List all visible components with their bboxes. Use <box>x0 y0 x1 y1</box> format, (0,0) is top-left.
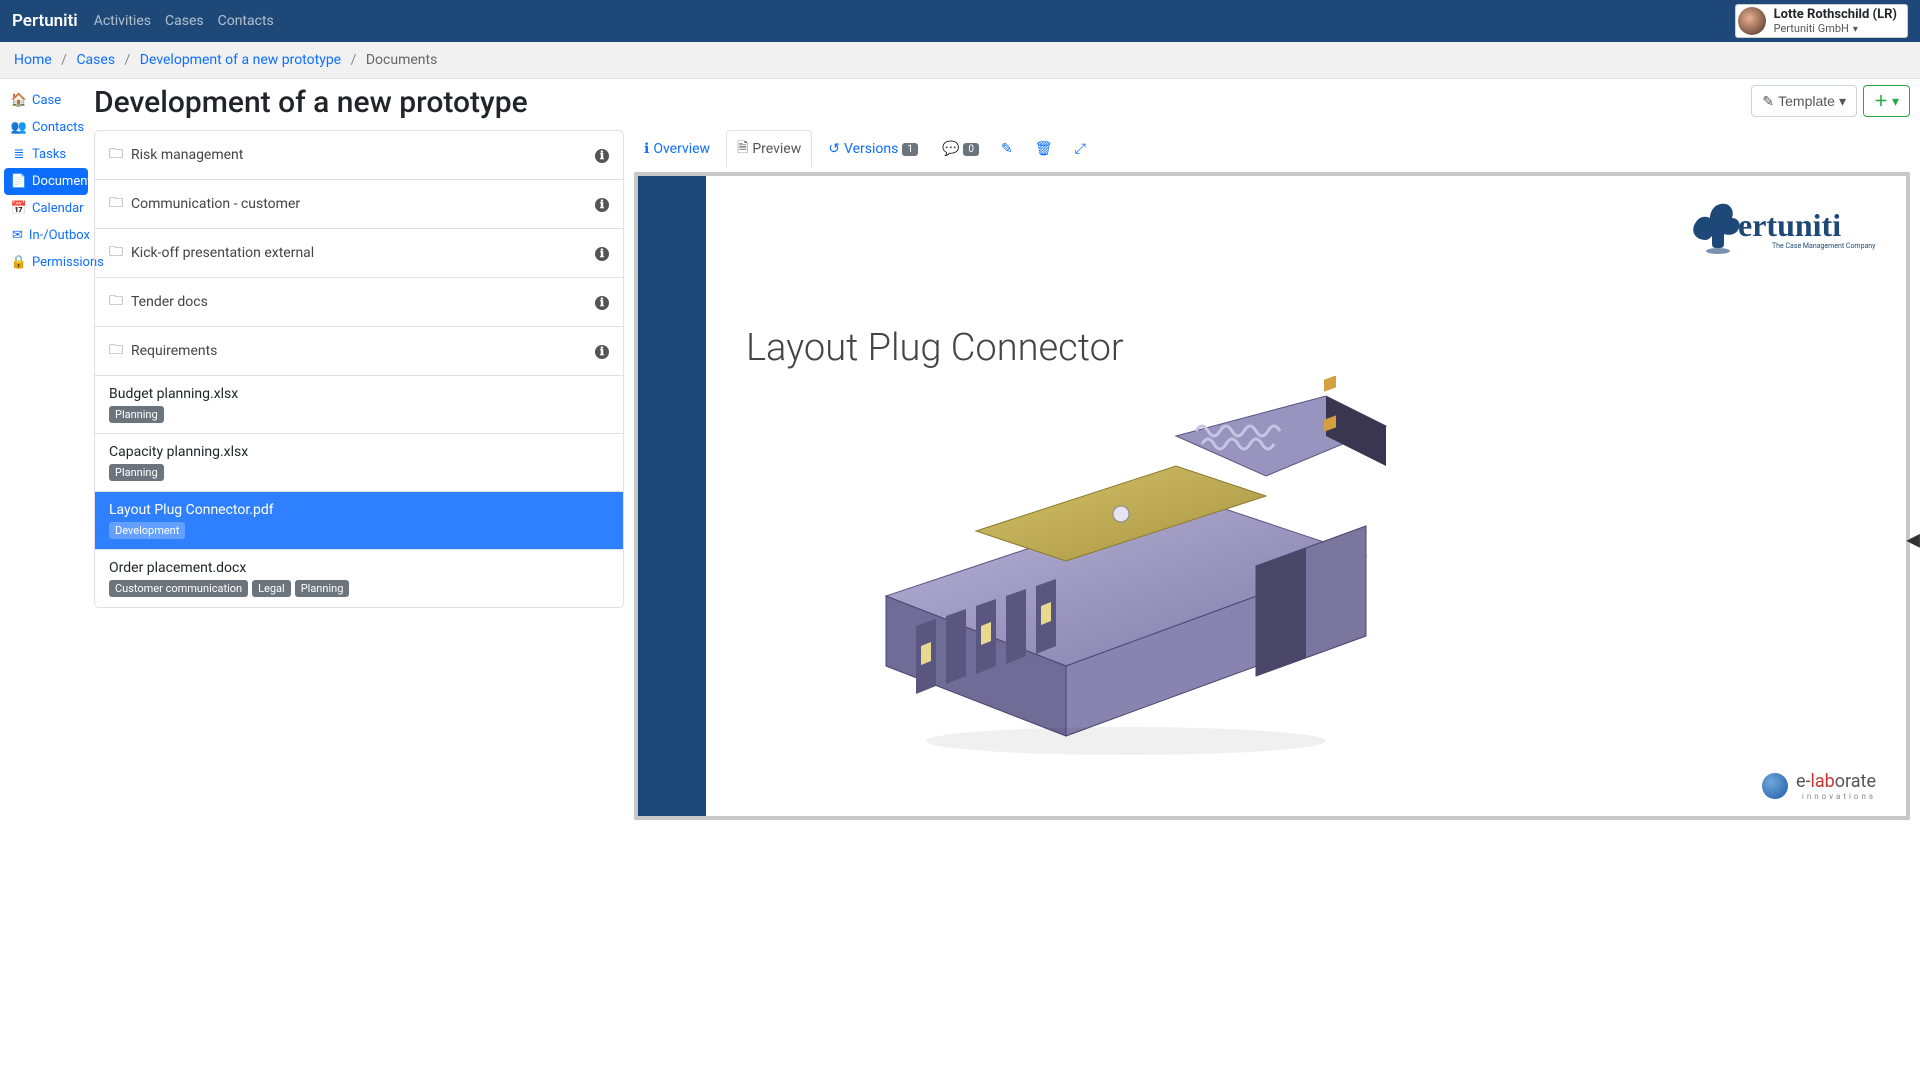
mail-icon: ✉ <box>12 228 23 243</box>
tab-versions[interactable]: ↺Versions1 <box>818 135 928 163</box>
avatar <box>1738 7 1766 35</box>
tab-preview[interactable]: 🗎Preview <box>726 130 812 168</box>
nav-case[interactable]: 🏠Case <box>4 87 88 114</box>
nav-contacts-side[interactable]: 👥Contacts <box>4 114 88 141</box>
tag: Planning <box>109 464 164 481</box>
tab-overview[interactable]: ℹOverview <box>634 135 720 163</box>
comments-badge: 0 <box>963 143 979 156</box>
comment-icon: 💬 <box>942 141 959 157</box>
top-navbar: Pertuniti Activities Cases Contacts Lott… <box>0 0 1920 42</box>
folder-row[interactable]: 🗀 Tender docs <box>95 278 623 327</box>
list-icon: ≣ <box>12 147 26 162</box>
file-icon: 🗎 <box>737 137 748 161</box>
trash-icon: 🗑 <box>1035 141 1053 157</box>
crumb-current: Documents <box>366 52 437 68</box>
folder-icon: 🗀 <box>109 143 123 167</box>
tag: Planning <box>109 406 164 423</box>
folder-name: Tender docs <box>131 294 208 310</box>
file-row[interactable]: Layout Plug Connector.pdf Development <box>95 492 623 550</box>
versions-badge: 1 <box>902 143 918 156</box>
brand[interactable]: Pertuniti <box>12 11 78 31</box>
history-icon: ↺ <box>828 141 840 157</box>
document-list: 🗀 Risk management 🗀 Communication - custome… <box>94 130 624 608</box>
tag: Customer communication <box>109 580 248 597</box>
lock-icon: 🔒 <box>12 255 26 270</box>
home-icon: 🏠 <box>12 93 26 108</box>
doc-title: Layout Plug Connector <box>746 326 1866 370</box>
nav-inoutbox[interactable]: ✉In-/Outbox <box>4 222 88 249</box>
page-title: Development of a new prototype <box>94 85 528 120</box>
info-icon[interactable] <box>595 294 609 310</box>
caret-down-icon: ▾ <box>1892 93 1899 110</box>
template-button[interactable]: ✎Template ▾ <box>1751 85 1857 117</box>
folder-name: Communication - customer <box>131 196 300 212</box>
svg-text:ertuniti: ertuniti <box>1738 207 1841 243</box>
folder-row[interactable]: 🗀 Requirements <box>95 327 623 376</box>
fullscreen-button[interactable]: ⤢ <box>1067 135 1094 163</box>
svg-text:The Case Management Company: The Case Management Company <box>1772 242 1876 250</box>
file-row[interactable]: Capacity planning.xlsx Planning <box>95 434 623 492</box>
folder-icon: 🗀 <box>109 339 123 363</box>
user-name: Lotte Rothschild (LR) <box>1774 7 1897 22</box>
file-name: Budget planning.xlsx <box>109 386 238 402</box>
breadcrumb: Home / Cases / Development of a new prot… <box>0 42 1920 79</box>
file-icon: 📄 <box>12 174 26 189</box>
info-icon[interactable] <box>595 343 609 359</box>
nav-permissions[interactable]: 🔒Permissions <box>4 249 88 276</box>
pencil-icon: ✎ <box>1001 141 1013 157</box>
tag: Planning <box>295 580 350 597</box>
folder-row[interactable]: 🗀 Communication - customer <box>95 180 623 229</box>
crumb-cases[interactable]: Cases <box>76 52 115 68</box>
pencil-icon: ✎ <box>1762 93 1774 110</box>
crumb-case[interactable]: Development of a new prototype <box>140 52 341 68</box>
user-menu[interactable]: Lotte Rothschild (LR) Pertuniti GmbH▾ <box>1735 4 1908 38</box>
delete-button[interactable]: 🗑 <box>1027 135 1061 163</box>
nav-contacts[interactable]: Contacts <box>218 13 274 29</box>
add-button[interactable]: ＋▾ <box>1863 85 1910 117</box>
nav-calendar[interactable]: 📅Calendar <box>4 195 88 222</box>
tab-comments[interactable]: 💬0 <box>934 135 987 163</box>
info-icon[interactable] <box>595 196 609 212</box>
info-icon[interactable] <box>595 147 609 163</box>
caret-down-icon: ▾ <box>1853 24 1858 35</box>
side-nav: 🏠Case 👥Contacts ≣Tasks 📄Documents 📅Calen… <box>0 79 92 830</box>
nav-cases[interactable]: Cases <box>165 13 204 29</box>
collapse-sidebar-icon[interactable]: ◀ <box>1906 530 1920 551</box>
info-icon[interactable] <box>595 245 609 261</box>
file-row[interactable]: Order placement.docx Customer communicati… <box>95 550 623 607</box>
folder-name: Requirements <box>131 343 217 359</box>
nav-activities[interactable]: Activities <box>94 13 151 29</box>
plus-icon: ＋ <box>1874 91 1888 111</box>
nav-documents[interactable]: 📄Documents <box>4 168 88 195</box>
doc-brand-logo: ertuniti The Case Management Company <box>1676 188 1876 258</box>
folder-row[interactable]: 🗀 Kick-off presentation external <box>95 229 623 278</box>
folder-name: Kick-off presentation external <box>131 245 314 261</box>
file-name: Layout Plug Connector.pdf <box>109 502 274 518</box>
tag: Development <box>109 522 185 539</box>
preview-tabs: ℹOverview 🗎Preview ↺Versions1 💬0 ✎ 🗑 ⤢ <box>634 130 1910 168</box>
info-icon: ℹ <box>644 141 649 157</box>
user-org: Pertuniti GmbH▾ <box>1774 22 1897 35</box>
folder-icon: 🗀 <box>109 192 123 216</box>
folder-row[interactable]: 🗀 Risk management <box>95 131 623 180</box>
expand-icon: ⤢ <box>1075 141 1086 157</box>
crumb-home[interactable]: Home <box>14 52 52 68</box>
nav-tasks[interactable]: ≣Tasks <box>4 141 88 168</box>
edit-button[interactable]: ✎ <box>993 135 1021 163</box>
tag: Legal <box>252 580 291 597</box>
globe-icon <box>1762 773 1788 799</box>
file-name: Order placement.docx <box>109 560 246 576</box>
file-row[interactable]: Budget planning.xlsx Planning <box>95 376 623 434</box>
users-icon: 👥 <box>12 120 26 135</box>
doc-illustration <box>826 376 1396 756</box>
folder-name: Risk management <box>131 147 243 163</box>
folder-icon: 🗀 <box>109 241 123 265</box>
file-name: Capacity planning.xlsx <box>109 444 248 460</box>
document-preview: ertuniti The Case Management Company Lay… <box>634 172 1910 820</box>
calendar-icon: 📅 <box>12 201 26 216</box>
doc-footer-logo: e-laborate innovations <box>1762 771 1876 801</box>
doc-sideband <box>638 176 706 816</box>
folder-icon: 🗀 <box>109 290 123 314</box>
caret-down-icon: ▾ <box>1839 93 1846 110</box>
